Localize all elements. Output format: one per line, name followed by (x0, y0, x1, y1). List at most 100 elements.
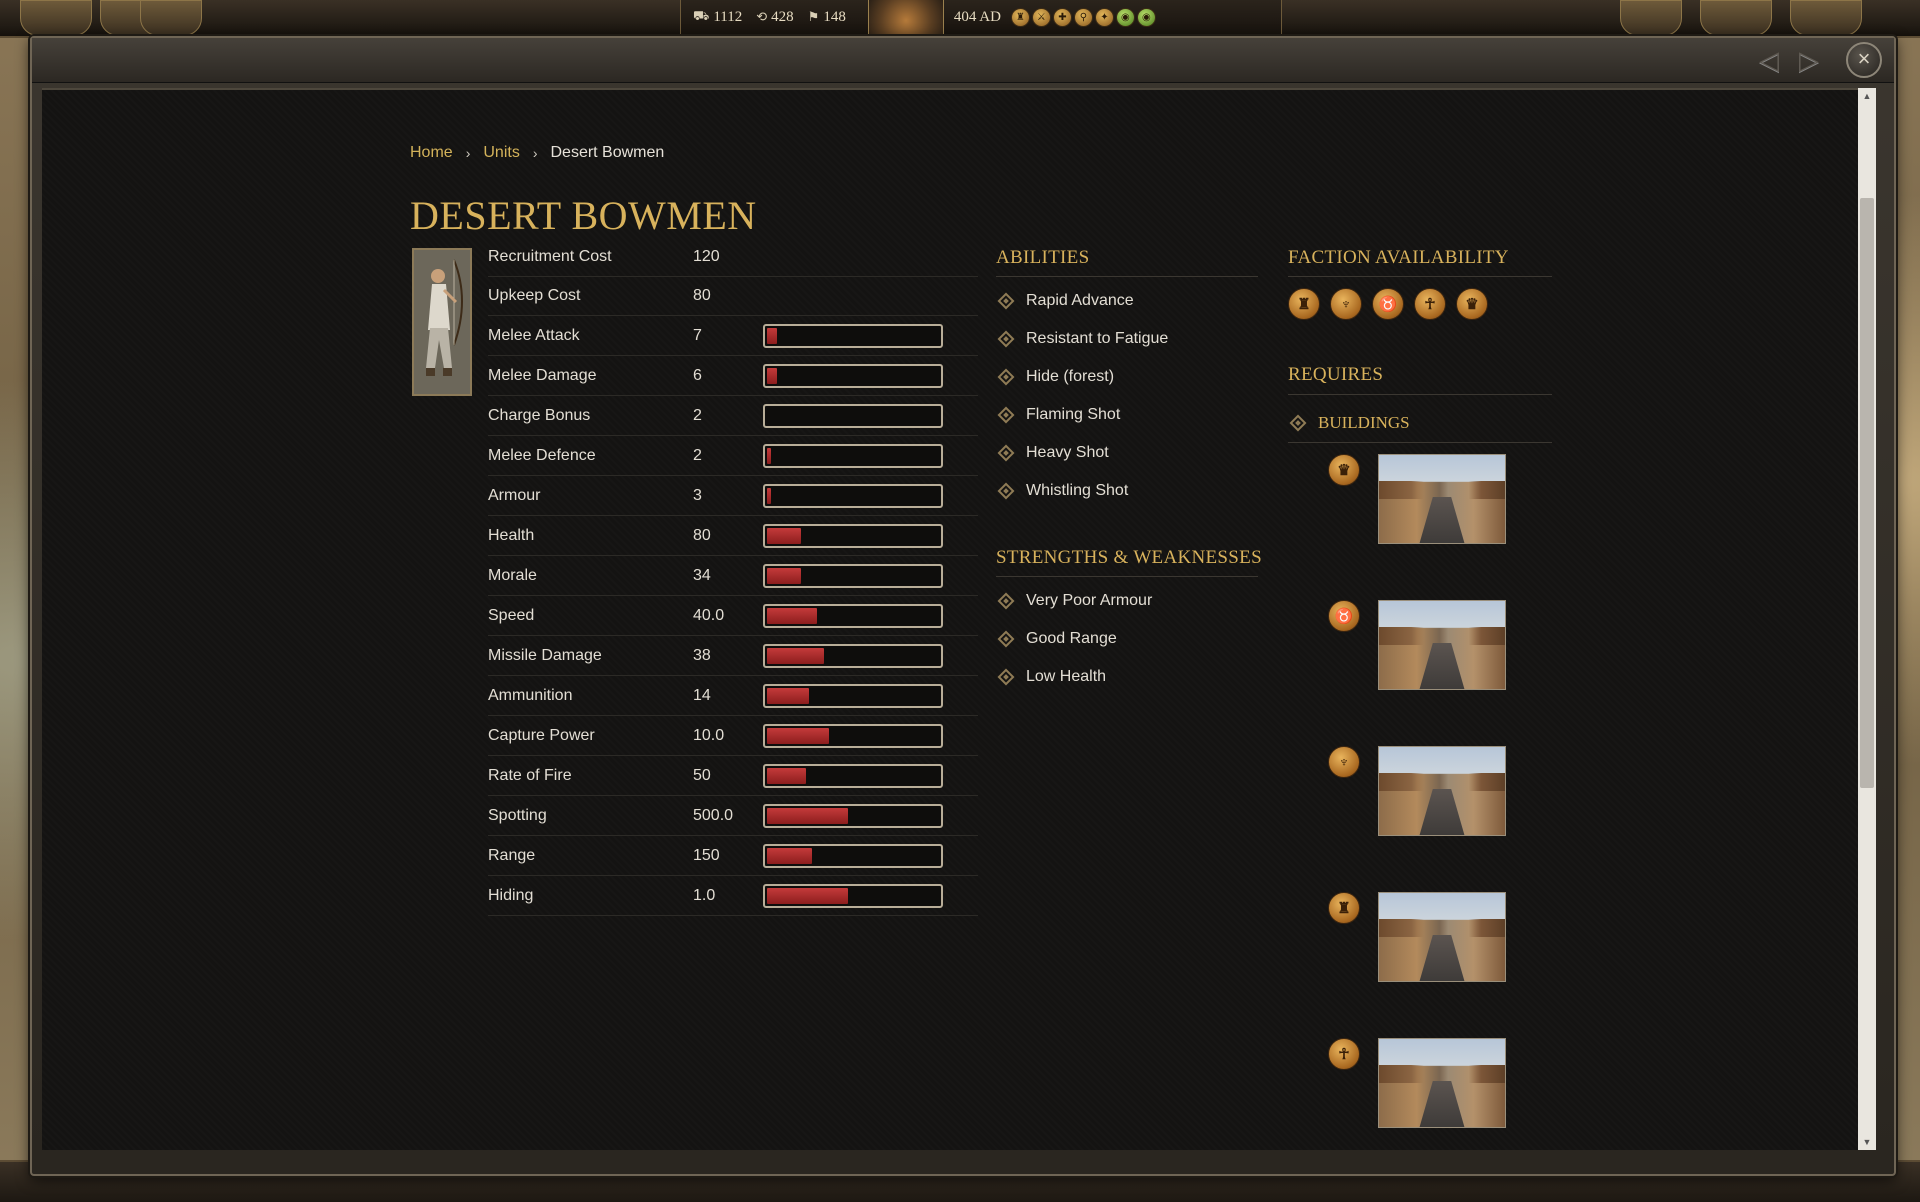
strength-weakness-item[interactable]: Low Health (996, 658, 1152, 696)
encyclopedia-content: Home › Units › Desert Bowmen DESERT BOWM… (42, 88, 1866, 1150)
stat-bar-fill (767, 807, 848, 824)
stat-value: 500.0 (693, 806, 734, 824)
stat-label: Recruitment Cost (488, 248, 612, 265)
hud-ornament-banner[interactable] (140, 0, 202, 36)
religion-icon[interactable]: ✚ (1052, 7, 1072, 27)
stat-label: Melee Defence (488, 446, 596, 464)
ability-item[interactable]: Hide (forest) (996, 358, 1168, 396)
stat-bar (763, 843, 943, 868)
stat-label: Missile Damage (488, 646, 602, 664)
stat-bar (763, 803, 943, 828)
hud-ornament-right-3[interactable] (1790, 0, 1862, 36)
breadcrumb-units-link[interactable]: Units (483, 144, 519, 162)
stat-bar (763, 683, 943, 708)
green-eye-icon[interactable]: ◉ (1115, 7, 1135, 27)
stat-label: Range (488, 846, 536, 864)
close-icon[interactable]: × (1846, 42, 1882, 78)
search-icon[interactable]: ⚲ (1073, 7, 1093, 27)
ability-item[interactable]: Resistant to Fatigue (996, 320, 1168, 358)
building-requirement[interactable]: ♆ (1328, 746, 1508, 836)
growth-resource[interactable]: ⟲ 428 (756, 9, 793, 26)
turn-date: 404 AD (953, 8, 1001, 25)
ability-item[interactable]: Rapid Advance (996, 282, 1168, 320)
stat-value: 120 (693, 248, 720, 265)
forward-arrow-icon[interactable]: ▷ (1794, 46, 1824, 74)
stat-bar (763, 483, 943, 508)
stat-value: 1.0 (693, 886, 716, 904)
strength-weakness-item[interactable]: Good Range (996, 620, 1152, 658)
building-thumbnail[interactable] (1378, 1038, 1506, 1128)
faction-deity-icon[interactable]: ☥ (1414, 288, 1446, 320)
stat-label: Melee Damage (488, 366, 597, 384)
breadcrumb-home-link[interactable]: Home (410, 144, 453, 162)
ability-item[interactable]: Flaming Shot (996, 396, 1168, 434)
unit-stats-table: Recruitment Cost 120 Upkeep Cost 80 Melee At… (488, 238, 978, 916)
stat-row: Charge Bonus 2 (488, 396, 978, 436)
stat-bar-fill (767, 727, 830, 744)
building-requirement[interactable]: ♜ (1328, 892, 1508, 982)
building-requirement[interactable]: ♉ (1328, 600, 1508, 690)
stat-bar (763, 323, 943, 348)
stat-bar-fill (767, 367, 778, 384)
stat-row: Hiding 1.0 (488, 876, 978, 916)
stat-row: Health 80 (488, 516, 978, 556)
stat-label: Armour (488, 486, 541, 504)
ability-label: Heavy Shot (1026, 444, 1109, 461)
content-scrollbar[interactable]: ▲ ▼ (1858, 88, 1876, 1150)
faction-emblem[interactable] (867, 0, 944, 34)
hud-ornament-right-2[interactable] (1700, 0, 1772, 36)
hud-ornament-right-1[interactable] (1620, 0, 1682, 36)
stat-value: 38 (693, 646, 711, 664)
stat-row: Armour 3 (488, 476, 978, 516)
stat-row: Melee Attack 7 (488, 316, 978, 356)
faction-mask-icon[interactable]: ♛ (1456, 288, 1488, 320)
stat-row: Melee Damage 6 (488, 356, 978, 396)
sword-icon[interactable]: ✦ (1094, 7, 1114, 27)
faction-bull-icon[interactable]: ♉ (1372, 288, 1404, 320)
stat-value: 2 (693, 406, 702, 424)
scroll-up-icon[interactable]: ▲ (1858, 88, 1876, 104)
stat-row: Rate of Fire 50 (488, 756, 978, 796)
building-thumbnail[interactable] (1378, 600, 1506, 690)
faction-crest-icon[interactable]: ♆ (1330, 288, 1362, 320)
stat-value: 2 (693, 446, 702, 464)
buildings-divider (1288, 442, 1552, 443)
stat-value: 10.0 (693, 726, 725, 744)
stat-value: 150 (693, 846, 720, 864)
stat-bar-fill (767, 607, 818, 624)
building-requirement[interactable]: ♛ (1328, 454, 1508, 544)
scroll-down-icon[interactable]: ▼ (1858, 1134, 1876, 1150)
stat-row: Ammunition 14 (488, 676, 978, 716)
food-resource[interactable]: ⛟ 1112 (693, 8, 742, 26)
stat-bar-fill (767, 527, 801, 544)
ability-item[interactable]: Heavy Shot (996, 434, 1168, 472)
ability-item[interactable]: Whistling Shot (996, 472, 1168, 510)
food-icon: ⛟ (693, 8, 710, 23)
army-icon[interactable]: ⚔ (1031, 7, 1051, 27)
building-thumbnail[interactable] (1378, 746, 1506, 836)
scroll-thumb[interactable] (1860, 198, 1874, 788)
stat-value: 34 (693, 566, 711, 584)
buildings-label: BUILDINGS (1318, 413, 1410, 432)
building-thumbnail[interactable] (1378, 454, 1506, 544)
stat-value: 6 (693, 366, 702, 384)
faction-pillar-icon[interactable]: ♜ (1288, 288, 1320, 320)
stat-bar (763, 643, 943, 668)
abilities-divider (996, 276, 1258, 277)
green-eye-icon[interactable]: ◉ (1136, 7, 1156, 27)
manpower-resource[interactable]: ⚑ 148 (808, 9, 846, 26)
faction-bull-icon: ♉ (1328, 600, 1360, 632)
hud-ornament-left[interactable] (20, 0, 92, 36)
faction-divider (1288, 276, 1552, 277)
banner-icon[interactable]: ♜ (1010, 7, 1030, 27)
back-arrow-icon[interactable]: ◁ (1754, 46, 1784, 74)
stat-bar-fill (767, 767, 806, 784)
strength-weakness-item[interactable]: Very Poor Armour (996, 582, 1152, 620)
faction-crest-icon: ♆ (1328, 746, 1360, 778)
building-thumbnail[interactable] (1378, 892, 1506, 982)
building-requirement[interactable]: ☥ (1328, 1038, 1508, 1128)
stat-label: Charge Bonus (488, 406, 591, 424)
stat-bar-fill (767, 687, 809, 704)
stat-row: Melee Defence 2 (488, 436, 978, 476)
stat-label: Rate of Fire (488, 766, 572, 784)
